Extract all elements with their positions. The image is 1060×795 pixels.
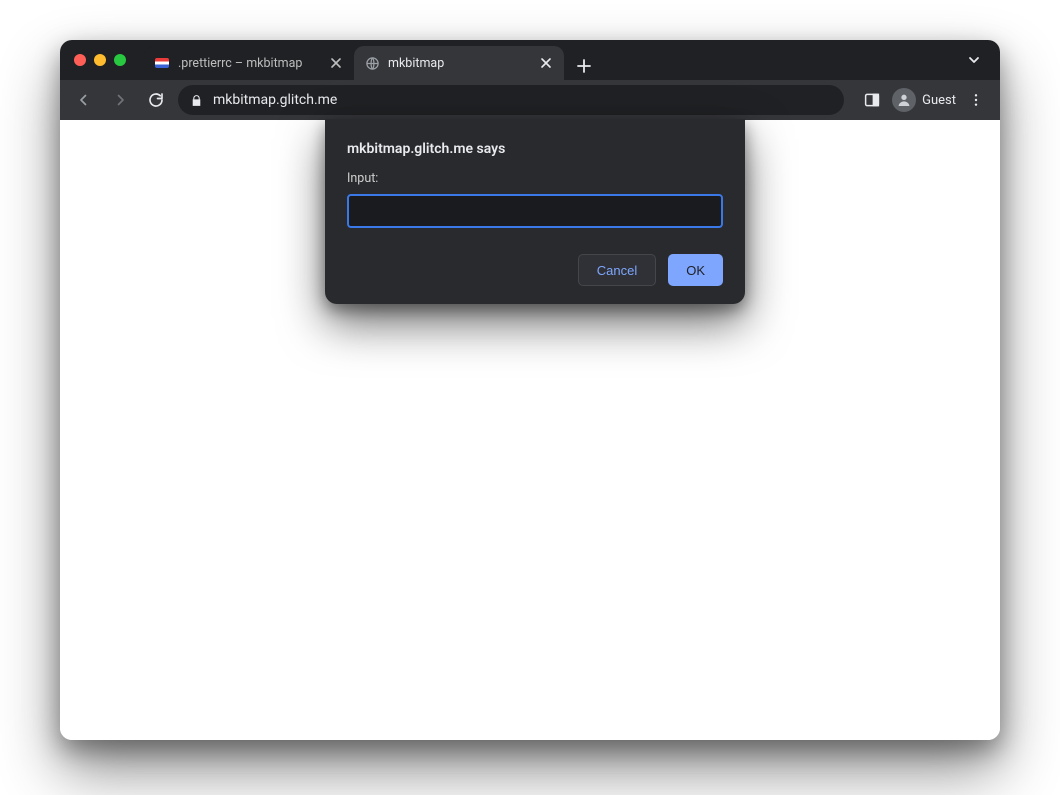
- dialog-actions: Cancel OK: [347, 254, 723, 286]
- side-panel-icon[interactable]: [858, 86, 886, 114]
- lock-icon: [190, 94, 203, 107]
- fullscreen-window-icon[interactable]: [114, 54, 126, 66]
- address-bar[interactable]: mkbitmap.glitch.me: [178, 85, 844, 115]
- window-controls: [68, 54, 134, 66]
- back-button[interactable]: [70, 86, 98, 114]
- avatar-icon: [892, 88, 916, 112]
- minimize-window-icon[interactable]: [94, 54, 106, 66]
- titlebar: .prettierrc – mkbitmap mkbitmap: [60, 40, 1000, 80]
- browser-window: .prettierrc – mkbitmap mkbitmap: [60, 40, 1000, 740]
- new-tab-button[interactable]: [570, 52, 598, 80]
- dialog-title: mkbitmap.glitch.me says: [347, 141, 723, 157]
- kebab-menu-icon[interactable]: [962, 86, 990, 114]
- tab-title: mkbitmap: [388, 56, 530, 71]
- page-viewport: mkbitmap.glitch.me says Input: Cancel OK: [60, 120, 1000, 740]
- cancel-button[interactable]: Cancel: [578, 254, 656, 286]
- js-prompt-dialog: mkbitmap.glitch.me says Input: Cancel OK: [325, 119, 745, 304]
- tab-strip: .prettierrc – mkbitmap mkbitmap: [144, 40, 598, 80]
- forward-button[interactable]: [106, 86, 134, 114]
- profile-label: Guest: [922, 93, 956, 108]
- chevron-down-icon[interactable]: [960, 46, 988, 74]
- globe-icon: [364, 55, 380, 71]
- tab-title: .prettierrc – mkbitmap: [178, 56, 320, 71]
- reload-button[interactable]: [142, 86, 170, 114]
- prompt-input[interactable]: [347, 194, 723, 228]
- dialog-label: Input:: [347, 171, 723, 186]
- toolbar-right: Guest: [858, 86, 990, 114]
- close-tab-icon[interactable]: [538, 55, 554, 71]
- ok-button[interactable]: OK: [668, 254, 723, 286]
- favicon-icon: [154, 55, 170, 71]
- tab-mkbitmap[interactable]: mkbitmap: [354, 46, 564, 80]
- url-text: mkbitmap.glitch.me: [213, 92, 337, 108]
- close-window-icon[interactable]: [74, 54, 86, 66]
- tab-prettierrc[interactable]: .prettierrc – mkbitmap: [144, 46, 354, 80]
- toolbar: mkbitmap.glitch.me Guest: [60, 80, 1000, 120]
- close-tab-icon[interactable]: [328, 55, 344, 71]
- profile-chip[interactable]: Guest: [892, 88, 956, 112]
